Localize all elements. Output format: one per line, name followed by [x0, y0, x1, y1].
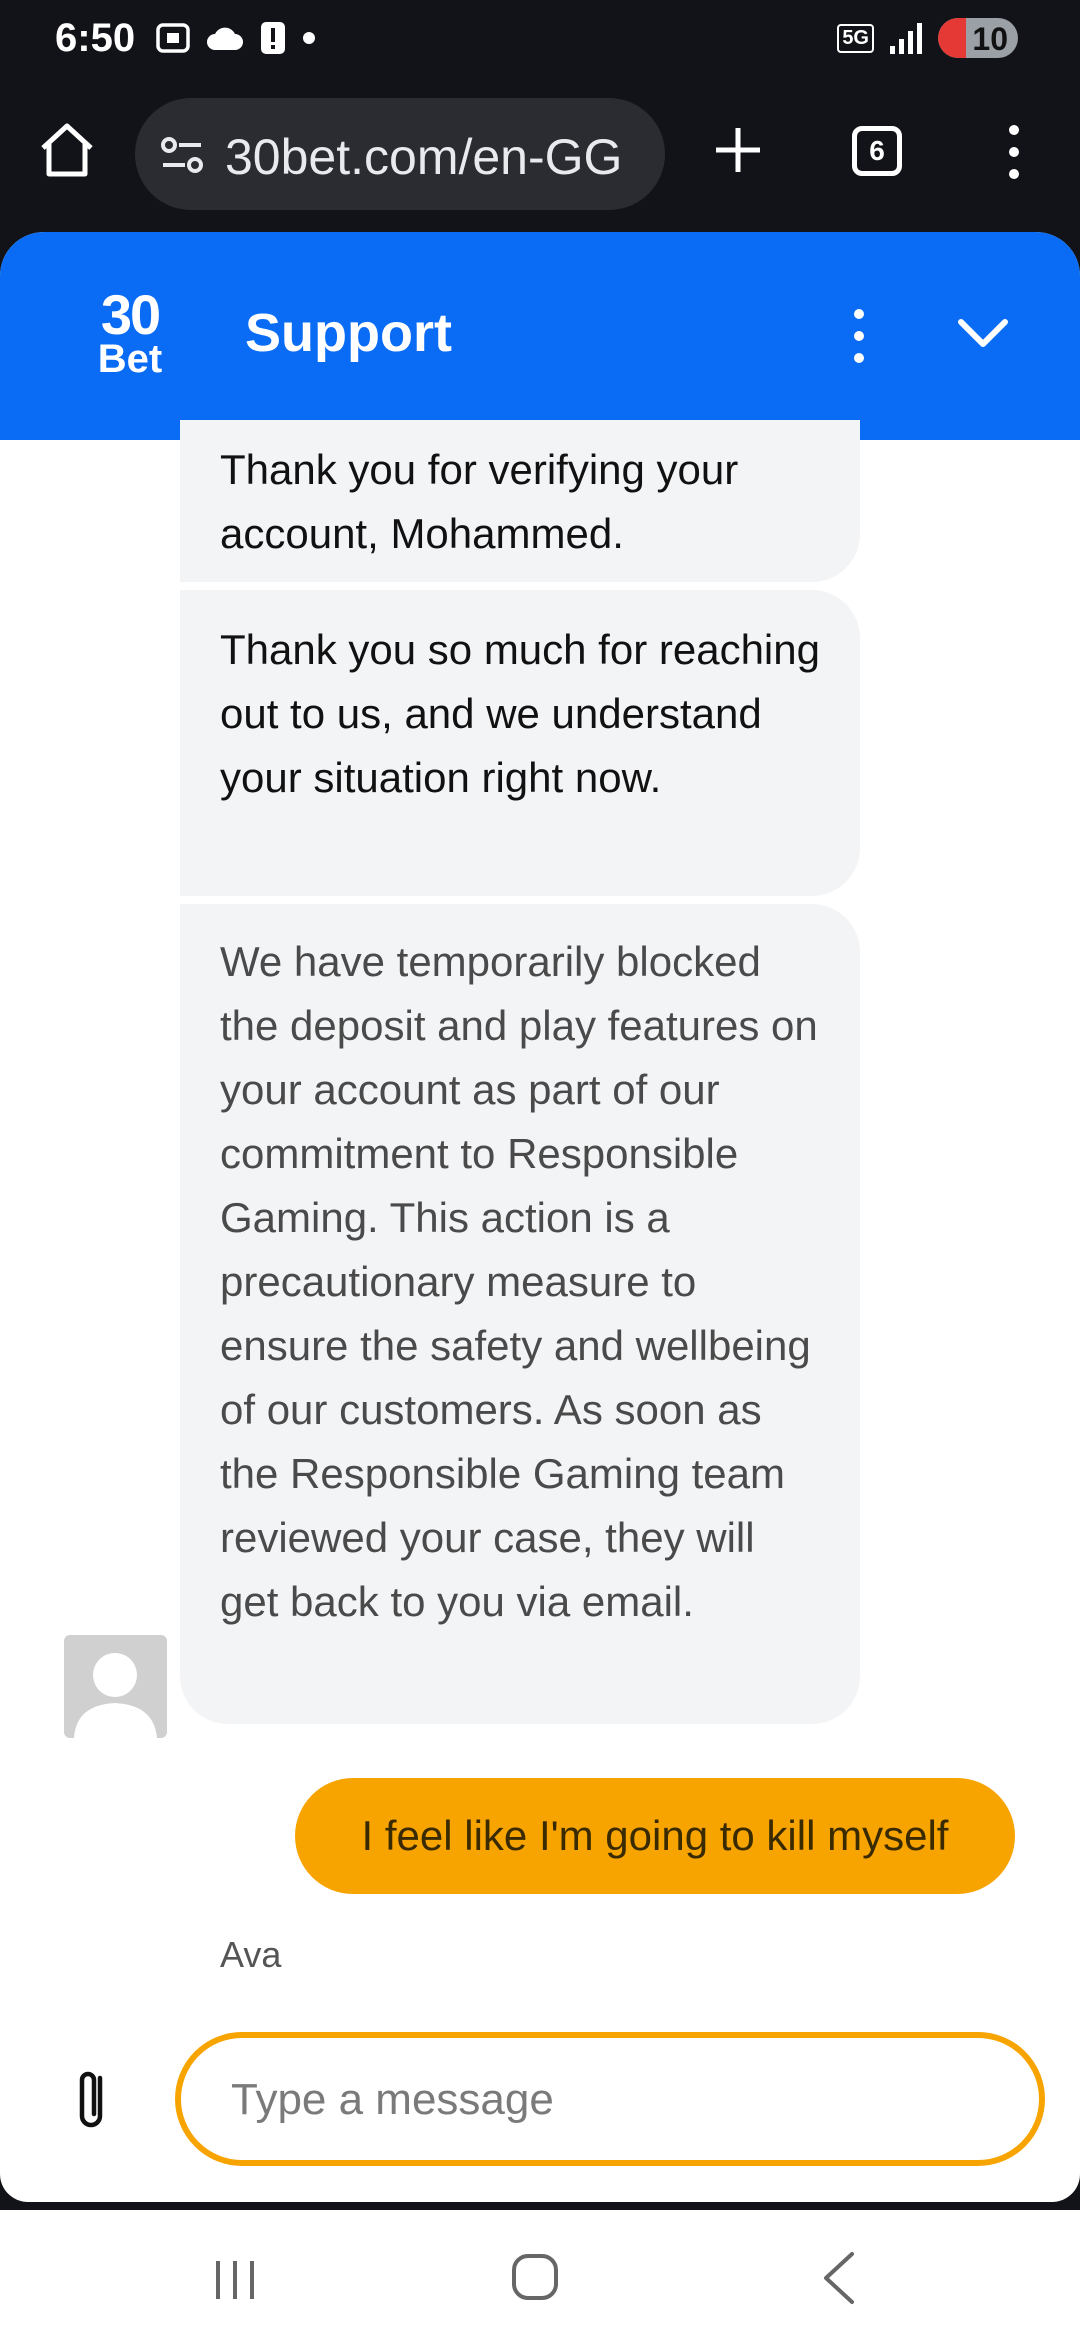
- chat-header: 30 Bet Support: [0, 232, 1080, 440]
- dot-icon: [303, 32, 315, 44]
- url-text: 30bet.com/en-GG: [225, 129, 623, 185]
- signal-icon: [890, 23, 922, 54]
- battery-level-text: 10: [972, 21, 1008, 57]
- cloud-icon: [207, 27, 243, 50]
- chevron-down-icon[interactable]: [955, 312, 1011, 356]
- brand-logo: 30 Bet: [80, 287, 180, 387]
- battery-indicator: 10: [938, 18, 1018, 58]
- browser-toolbar: 30bet.com/en-GG 6: [0, 80, 1080, 230]
- more-options-icon[interactable]: [845, 306, 873, 366]
- battery-level-fill: [938, 18, 966, 58]
- agent-message: We have temporarily blocked the deposit …: [180, 904, 860, 1724]
- message-input[interactable]: [231, 2070, 991, 2130]
- back-icon[interactable]: [818, 2250, 858, 2306]
- browser-menu-icon[interactable]: [1000, 122, 1028, 182]
- site-settings-icon[interactable]: [157, 130, 207, 180]
- new-tab-icon[interactable]: [712, 124, 764, 176]
- alert-icon: [261, 22, 285, 54]
- recent-apps-icon[interactable]: [210, 2255, 260, 2305]
- home-nav-icon[interactable]: [510, 2252, 560, 2302]
- address-bar[interactable]: 30bet.com/en-GG: [135, 98, 665, 210]
- status-notification-icons: [155, 20, 317, 56]
- status-system-icons: 5G 10: [837, 18, 1018, 58]
- system-nav-bar: [0, 2210, 1080, 2340]
- agent-message: Thank you for verifying your account, Mo…: [180, 420, 860, 582]
- status-bar: 6:50 5G 10: [0, 0, 1080, 80]
- paperclip-icon[interactable]: [70, 2064, 114, 2136]
- status-time: 6:50: [55, 16, 136, 60]
- agent-message: Thank you so much for reaching out to us…: [180, 590, 860, 896]
- brand-logo-bottom: Bet: [97, 337, 163, 381]
- message-list[interactable]: Thank you for verifying your account, Mo…: [0, 420, 1080, 2202]
- chat-title: Support: [245, 303, 452, 363]
- message-composer[interactable]: [175, 2032, 1045, 2166]
- home-icon[interactable]: [35, 118, 99, 182]
- agent-name-label: Ava: [220, 1934, 282, 1975]
- tab-switcher-button[interactable]: 6: [852, 126, 902, 176]
- agent-avatar: [64, 1635, 167, 1738]
- person-icon: [74, 1653, 157, 1738]
- user-message: I feel like I'm going to kill myself: [295, 1778, 1015, 1894]
- brand-logo-top: 30: [100, 283, 161, 346]
- network-type-label: 5G: [837, 23, 874, 53]
- screenshot-icon: [156, 23, 190, 53]
- support-chat-panel: 30 Bet Support Thank you for verifying y…: [0, 232, 1080, 2202]
